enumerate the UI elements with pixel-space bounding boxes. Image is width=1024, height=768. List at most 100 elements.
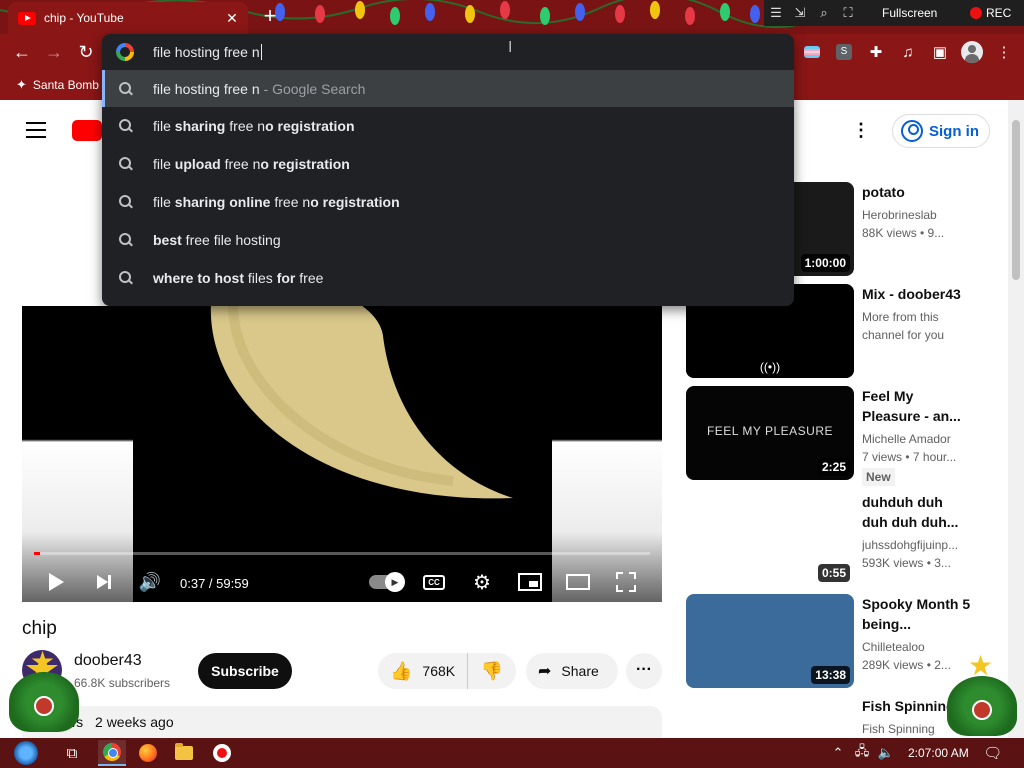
address-bar[interactable]: file hosting free n I (102, 34, 794, 70)
profile-avatar-icon[interactable] (956, 34, 988, 70)
play-icon[interactable] (44, 570, 68, 594)
tab-close-icon[interactable]: ✕ (224, 10, 240, 27)
like-button[interactable]: 👍 768K (378, 653, 468, 689)
taskbar-clock[interactable]: 2:07:00 AM (908, 746, 969, 760)
omnibox-suggestion[interactable]: file hosting free n - Google Search (102, 70, 794, 107)
volume-icon[interactable]: 🔊 (138, 570, 162, 594)
video-title: chip (22, 618, 57, 639)
page-scrollbar[interactable] (1008, 100, 1024, 738)
subscribe-button[interactable]: Subscribe (198, 653, 292, 689)
suggestion-text: where to host files for free (153, 270, 324, 286)
captions-icon[interactable]: CC (422, 570, 446, 594)
share-arrow-icon: ➦ (538, 663, 552, 680)
search-icon (118, 194, 134, 210)
recommendation-title[interactable]: Spooky Month 5 being... (862, 594, 972, 634)
video-thumbnail[interactable]: 13:38 (686, 594, 854, 688)
video-player[interactable]: 🔊 0:37 / 59:59 CC ⚙ (22, 306, 662, 602)
forward-arrow-icon[interactable]: → (42, 40, 66, 64)
omnibox-suggestion[interactable]: file upload free no registration (102, 145, 794, 183)
search-icon (118, 156, 134, 172)
media-control-icon[interactable]: ♫ (892, 34, 924, 70)
video-thumbnail[interactable] (686, 696, 854, 738)
more-options-icon[interactable]: ⋮ (852, 120, 870, 142)
suggestion-text: file sharing free no registration (153, 118, 355, 134)
dislike-button[interactable]: 👎 (468, 653, 516, 689)
thumbnail-text: FEEL MY PLEASURE (706, 424, 834, 438)
fullscreen-mode-button[interactable]: Fullscreen (882, 6, 966, 20)
fullscreen-icon[interactable] (614, 570, 638, 594)
search-icon (118, 81, 134, 97)
recommendation-channel[interactable]: More from this (862, 308, 972, 326)
recommendation-channel[interactable]: Herobrineslab (862, 206, 972, 224)
youtube-logo-icon[interactable] (72, 120, 102, 141)
task-view-icon[interactable]: ⧉ (58, 740, 86, 766)
recommendation-meta: channel for you (862, 328, 945, 342)
new-tab-button[interactable]: + (258, 4, 282, 28)
time-display: 0:37 / 59:59 (180, 576, 249, 591)
ext-flag-icon[interactable] (796, 34, 828, 70)
omnibox-suggestion[interactable]: file sharing online free no registration (102, 183, 794, 221)
duration-badge: 1:00:00 (800, 254, 850, 272)
bookmark-santa-bomb[interactable]: Santa Bomb (33, 78, 99, 92)
ext-s-icon[interactable]: S (828, 34, 860, 70)
recommendation-meta: 88K views • 9... (862, 226, 945, 240)
reload-icon[interactable]: ↻ (74, 40, 98, 64)
recommendation-channel[interactable]: Michelle Amador (862, 430, 972, 448)
address-input[interactable]: file hosting free n (153, 44, 262, 60)
new-badge: New (862, 468, 895, 486)
more-actions-button[interactable]: ··· (626, 653, 662, 689)
windows-start-icon[interactable] (12, 740, 40, 766)
browser-tab-active[interactable]: chip - YouTube ✕ (8, 2, 248, 34)
zoom-region-icon[interactable]: ⌕ (812, 5, 836, 21)
next-video-icon[interactable] (92, 570, 116, 594)
recommendation-card[interactable]: FEEL MY PLEASURE 2:25 Feel My Pleasure - a… (686, 386, 1006, 486)
description-box[interactable]: ws 2 weeks ago (22, 706, 662, 738)
record-button[interactable]: REC (986, 6, 1011, 20)
search-icon (118, 118, 134, 134)
recommendation-meta: 7 views • 7 hour... (862, 450, 957, 464)
recommendation-channel[interactable]: juhssdohgfijuinp... (862, 536, 972, 554)
theater-mode-icon[interactable] (566, 570, 590, 594)
omnibox-suggestion[interactable]: where to host files for free (102, 259, 794, 297)
recommendation-card[interactable]: 0:55 duhduh duh duh duh duh... juhssdohgfi… (686, 492, 1006, 588)
video-thumbnail[interactable]: 0:55 (686, 492, 854, 586)
player-controls: 🔊 0:37 / 59:59 CC ⚙ (22, 562, 662, 602)
progress-bar[interactable] (34, 552, 650, 555)
recommendation-title[interactable]: Feel My Pleasure - an... (862, 386, 972, 426)
recorder-app-icon[interactable] (208, 740, 236, 766)
autoplay-toggle-icon[interactable] (368, 570, 405, 594)
omnibox-suggestion[interactable]: file sharing free no registration (102, 107, 794, 145)
hamburger-menu-icon[interactable] (26, 122, 46, 138)
network-icon[interactable]: 🖧 (850, 742, 874, 764)
ibeam-cursor-icon: I (508, 39, 513, 56)
chrome-taskbar-icon[interactable] (98, 740, 126, 766)
settings-gear-icon[interactable]: ⚙ (470, 570, 494, 594)
chevron-up-icon[interactable]: ⌃ (826, 745, 850, 761)
speaker-icon[interactable]: 🔈 (874, 745, 898, 761)
notification-icon[interactable]: 🗨 (979, 744, 1007, 762)
recommendation-title[interactable]: duhduh duh duh duh duh... (862, 492, 972, 532)
menu-icon[interactable]: ☰ (764, 5, 788, 21)
crop-icon[interactable]: ⇲ (788, 5, 812, 21)
duration-badge: 0:55 (817, 564, 850, 582)
puzzle-extensions-icon[interactable]: ✚ (860, 34, 892, 70)
share-button[interactable]: ➦ Share (526, 653, 618, 689)
file-explorer-icon[interactable] (170, 740, 198, 766)
side-panel-icon[interactable]: ▣ (924, 34, 956, 70)
sign-in-button[interactable]: Sign in (892, 114, 990, 148)
back-arrow-icon[interactable]: ← (10, 40, 34, 64)
omnibox-suggestion[interactable]: best free file hosting (102, 221, 794, 259)
channel-name[interactable]: doober43 (74, 652, 142, 670)
thumbs-down-icon: 👎 (480, 660, 504, 681)
scrollbar-thumb[interactable] (1012, 120, 1020, 280)
kebab-menu-icon[interactable]: ⋮ (988, 34, 1020, 70)
miniplayer-icon[interactable] (518, 570, 542, 594)
thumbs-up-icon: 👍 (390, 660, 413, 681)
window-select-icon[interactable]: ⛶ (836, 5, 860, 21)
firefox-taskbar-icon[interactable] (134, 740, 162, 766)
video-thumbnail[interactable]: FEEL MY PLEASURE 2:25 (686, 386, 854, 480)
recommendation-title[interactable]: Mix - doober43 (862, 284, 972, 304)
recommendation-title[interactable]: potato (862, 182, 972, 202)
christmas-tree-right-decoration: ★ (942, 652, 1022, 738)
youtube-favicon-icon (18, 11, 36, 25)
